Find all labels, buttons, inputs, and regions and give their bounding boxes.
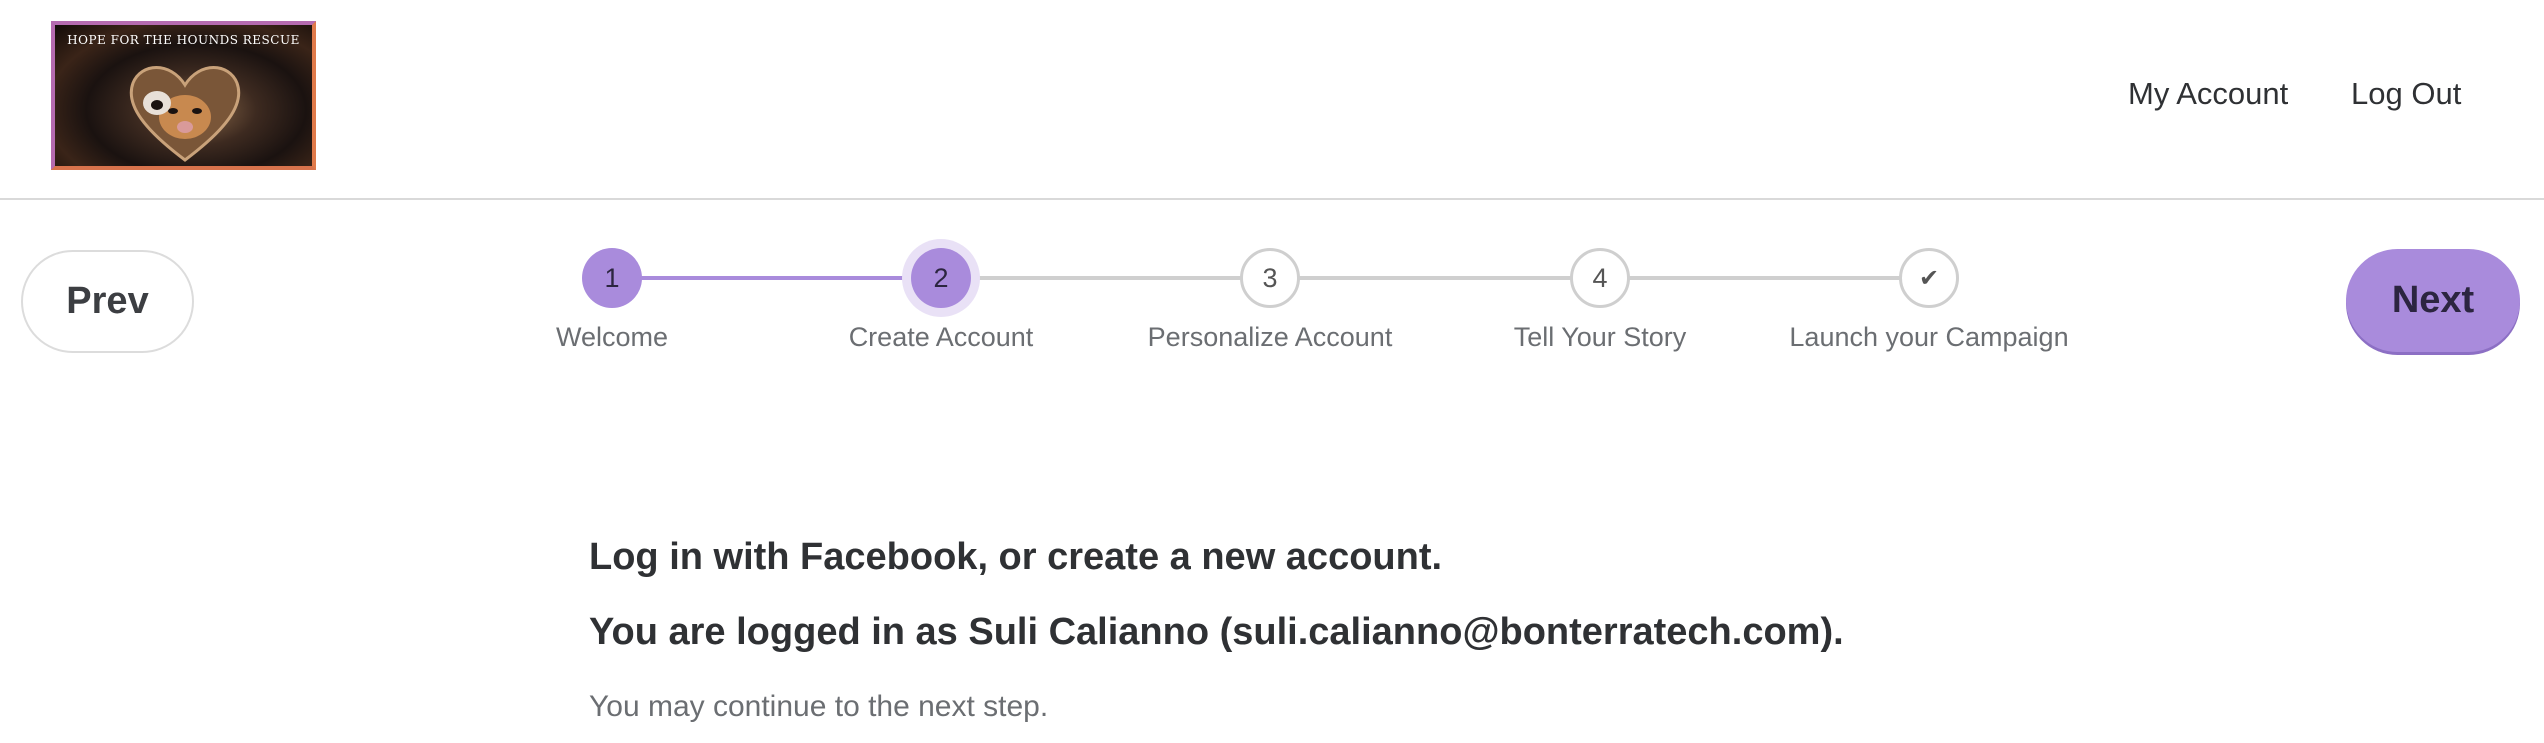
step-connector-4 <box>1600 276 1929 280</box>
step-5-label[interactable]: Launch your Campaign <box>1769 322 2089 353</box>
logo-text: HOPE FOR THE HOUNDS RESCUE <box>67 33 300 47</box>
step-connector-3 <box>1270 276 1600 280</box>
step-4-label[interactable]: Tell Your Story <box>1440 322 1760 353</box>
step-2-circle[interactable]: 2 <box>911 248 971 308</box>
step-3-label[interactable]: Personalize Account <box>1110 322 1430 353</box>
progress-stepper: 1 2 3 4 ✔ Welcome Create Account Persona… <box>0 240 2544 370</box>
site-header: HOPE FOR THE HOUNDS RESCUE My Account Lo… <box>0 0 2544 200</box>
my-account-link[interactable]: My Account <box>2128 76 2288 112</box>
step-3-circle[interactable]: 3 <box>1240 248 1300 308</box>
step-1-label[interactable]: Welcome <box>452 322 772 353</box>
rescue-logo[interactable]: HOPE FOR THE HOUNDS RESCUE <box>51 21 316 170</box>
step-4-circle[interactable]: 4 <box>1570 248 1630 308</box>
step-2-label[interactable]: Create Account <box>781 322 1101 353</box>
continue-note: You may continue to the next step. <box>589 690 1049 723</box>
log-out-link[interactable]: Log Out <box>2351 76 2461 112</box>
step-1-circle[interactable]: 1 <box>582 248 642 308</box>
step-connector-2 <box>941 276 1270 280</box>
check-icon[interactable]: ✔ <box>1899 248 1959 308</box>
step-connector-1 <box>612 276 941 280</box>
dog-heart-image <box>129 66 241 162</box>
page-heading: Log in with Facebook, or create a new ac… <box>589 536 1443 578</box>
logged-in-status: You are logged in as Suli Calianno (suli… <box>589 611 1844 653</box>
